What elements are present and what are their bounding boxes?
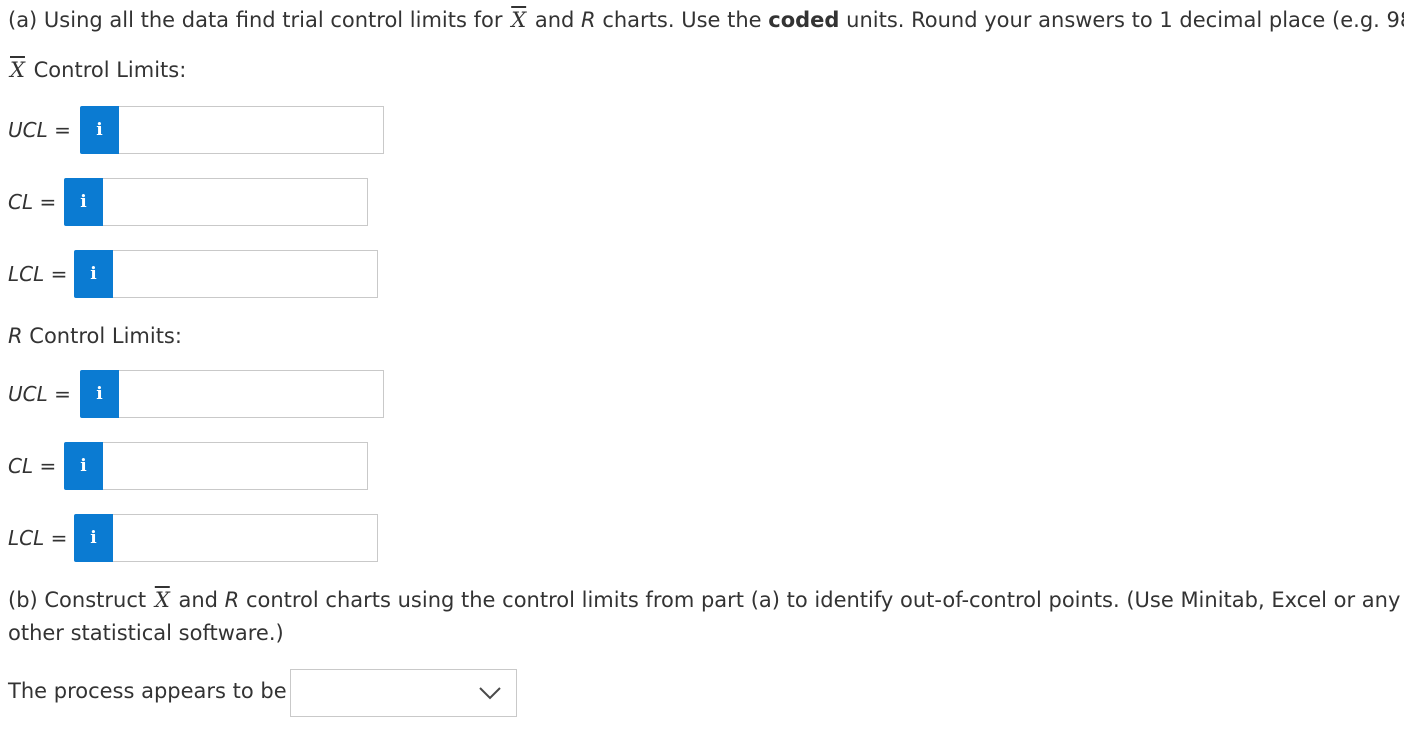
part-a-suffix: units. Round your answers to 1 decimal p… [846, 8, 1404, 32]
r-control-limits-heading: R Control Limits: [8, 324, 182, 348]
r-ucl-label: UCL = [8, 382, 71, 406]
part-a-instruction: (a) Using all the data find trial contro… [8, 8, 1404, 32]
r-cl-input[interactable] [103, 442, 368, 490]
info-button[interactable]: i [80, 370, 119, 418]
xbar-control-limits-heading: X Control Limits: [8, 58, 186, 82]
r-ucl-input[interactable] [119, 370, 384, 418]
r-cl-label: CL = [8, 454, 57, 478]
r-symbol: R [8, 324, 23, 348]
xbar-symbol: X [511, 8, 527, 32]
xbar-cl-input[interactable] [103, 178, 368, 226]
section-title: Control Limits: [29, 324, 182, 348]
xbar-symbol: X [154, 588, 170, 612]
process-select[interactable] [290, 669, 517, 717]
part-a-prefix: (a) Using all the data find trial contro… [8, 8, 503, 32]
part-b-rest: control charts using the control limits … [245, 588, 1401, 612]
xbar-ucl-field: i [80, 106, 384, 154]
xbar-ucl-input[interactable] [119, 106, 384, 154]
r-lcl-label: LCL = [8, 526, 68, 550]
xbar-cl-field: i [64, 178, 368, 226]
r-symbol: R [224, 588, 240, 612]
info-icon: i [80, 455, 87, 476]
r-ucl-field: i [80, 370, 384, 418]
chevron-down-icon [479, 687, 501, 700]
part-b-and: and [178, 588, 218, 612]
r-lcl-field: i [74, 514, 378, 562]
info-icon: i [80, 191, 87, 212]
info-icon: i [90, 527, 97, 548]
xbar-symbol: X [10, 58, 25, 82]
part-a-and: and [534, 8, 575, 32]
r-symbol: R [581, 8, 596, 32]
info-button[interactable]: i [74, 514, 113, 562]
part-a-middle: charts. Use the [602, 8, 762, 32]
xbar-lcl-field: i [74, 250, 378, 298]
xbar-lcl-label: LCL = [8, 262, 68, 286]
part-b-prefix: (b) Construct [8, 588, 147, 612]
info-button[interactable]: i [64, 178, 103, 226]
info-button[interactable]: i [80, 106, 119, 154]
part-b-instruction-line2: other statistical software.) [8, 621, 284, 645]
section-title: Control Limits: [33, 58, 187, 82]
r-lcl-input[interactable] [113, 514, 378, 562]
info-button[interactable]: i [74, 250, 113, 298]
xbar-lcl-input[interactable] [113, 250, 378, 298]
info-icon: i [96, 119, 103, 140]
coded-emphasis: coded [768, 8, 840, 32]
info-button[interactable]: i [64, 442, 103, 490]
xbar-cl-label: CL = [8, 190, 57, 214]
xbar-ucl-label: UCL = [8, 118, 71, 142]
part-b-instruction-line1: (b) Construct X and R control charts usi… [8, 588, 1400, 612]
info-icon: i [90, 263, 97, 284]
info-icon: i [96, 383, 103, 404]
process-label: The process appears to be [8, 679, 287, 703]
r-cl-field: i [64, 442, 368, 490]
